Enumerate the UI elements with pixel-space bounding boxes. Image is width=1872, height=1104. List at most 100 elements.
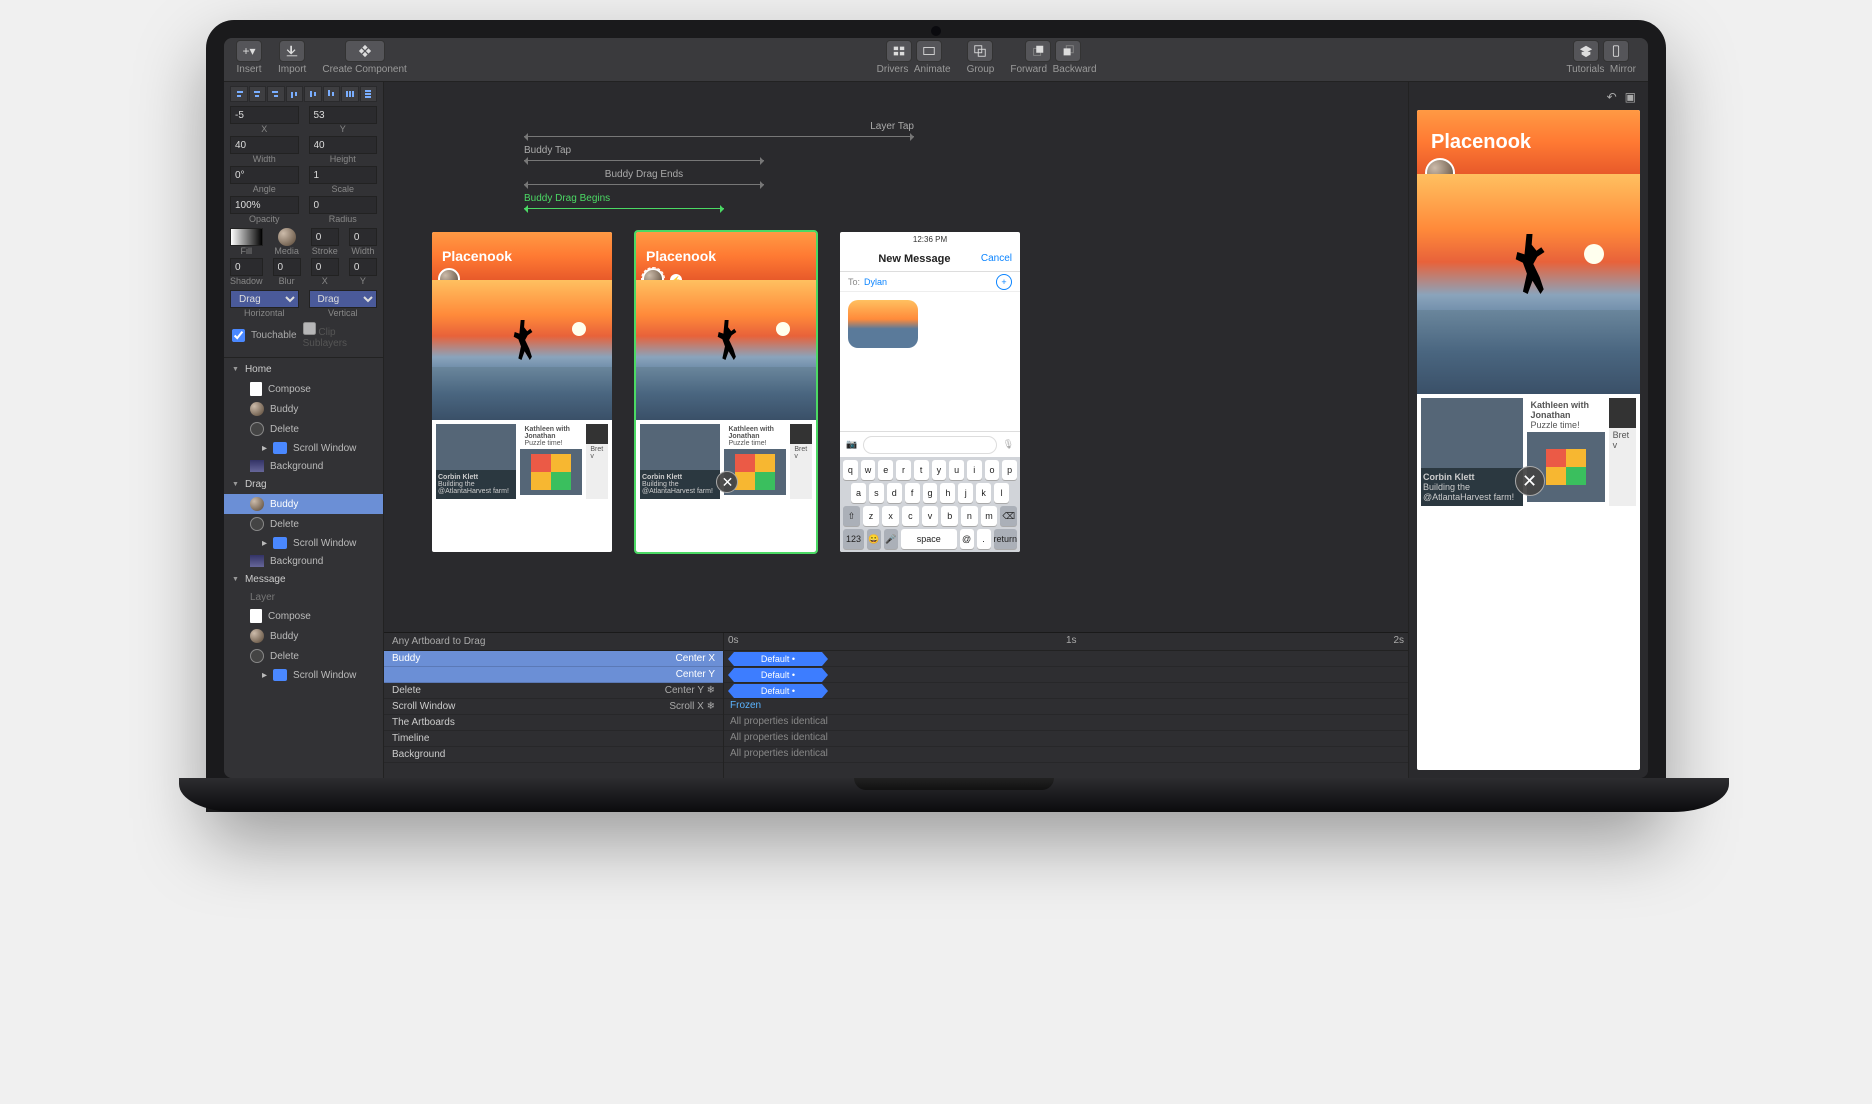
artboard-drag[interactable]: Placenook ⚡ Corbin KlettBuilding the @At… (636, 232, 816, 552)
key-y[interactable]: y (932, 460, 947, 480)
cancel-button[interactable]: Cancel (981, 253, 1012, 264)
key-a[interactable]: a (851, 483, 866, 503)
key-f[interactable]: f (905, 483, 920, 503)
shadow-x-input[interactable] (311, 258, 339, 276)
blur-input[interactable] (273, 258, 301, 276)
tree-item-scroll-window[interactable]: ▸ Scroll Window (224, 439, 383, 457)
key-k[interactable]: k (976, 483, 991, 503)
align-top-icon[interactable] (286, 86, 304, 102)
timeline-row[interactable]: Center Y (384, 667, 723, 683)
key-.[interactable]: . (977, 529, 991, 549)
insert-button[interactable]: +▾ (236, 40, 262, 62)
message-field[interactable] (863, 436, 996, 454)
tree-item-drag-scroll-window[interactable]: ▸ Scroll Window (224, 534, 383, 552)
mirror-button[interactable] (1603, 40, 1629, 62)
key-m[interactable]: m (981, 506, 998, 526)
tree-item-compose[interactable]: Compose (224, 379, 383, 399)
key-h[interactable]: h (940, 483, 955, 503)
undo-icon[interactable]: ↶ (1607, 90, 1617, 110)
key-🎤[interactable]: 🎤 (884, 529, 898, 549)
key-space[interactable]: space (901, 529, 957, 549)
key-v[interactable]: v (922, 506, 939, 526)
camera-preview-icon[interactable]: ▣ (1625, 90, 1636, 110)
tree-item-background[interactable]: Background (224, 457, 383, 475)
tree-item-delete[interactable]: Delete (224, 419, 383, 439)
stroke-input[interactable] (311, 228, 339, 246)
tree-item-drag-buddy[interactable]: Buddy (224, 494, 383, 514)
tree-item-drag-background[interactable]: Background (224, 552, 383, 570)
create-component-button[interactable] (345, 40, 385, 62)
y-input[interactable] (309, 106, 378, 124)
key-i[interactable]: i (967, 460, 982, 480)
canvas[interactable]: Layer Tap Buddy Tap Buddy Drag Ends Budd… (384, 82, 1408, 632)
timeline-row[interactable]: Timeline (384, 731, 723, 747)
x-input[interactable] (230, 106, 299, 124)
close-icon[interactable]: ✕ (1515, 466, 1545, 496)
tree-section-message[interactable]: Message (224, 570, 383, 589)
add-recipient-button[interactable]: + (996, 274, 1012, 290)
timeline-row[interactable]: DeleteCenter Y ❄︎ (384, 683, 723, 699)
vertical-select[interactable]: Drag (309, 290, 378, 308)
key-@[interactable]: @ (960, 529, 974, 549)
tree-section-home[interactable]: Home (224, 360, 383, 379)
tree-item-msg-compose[interactable]: Compose (224, 606, 383, 626)
timeline-row[interactable]: The Artboards (384, 715, 723, 731)
tutorials-button[interactable] (1573, 40, 1599, 62)
align-right-icon[interactable] (267, 86, 285, 102)
key-⇧[interactable]: ⇧ (843, 506, 860, 526)
align-left-icon[interactable] (230, 86, 248, 102)
key-😀[interactable]: 😀 (867, 529, 881, 549)
key-t[interactable]: t (914, 460, 929, 480)
key-e[interactable]: e (878, 460, 893, 480)
forward-button[interactable] (1025, 40, 1051, 62)
tree-item-drag-delete[interactable]: Delete (224, 514, 383, 534)
key-s[interactable]: s (869, 483, 884, 503)
tree-item-msg-delete[interactable]: Delete (224, 646, 383, 666)
horizontal-select[interactable]: Drag (230, 290, 299, 308)
radius-input[interactable] (309, 196, 378, 214)
key-return[interactable]: return (994, 529, 1018, 549)
animate-button[interactable] (916, 40, 942, 62)
key-o[interactable]: o (985, 460, 1000, 480)
key-q[interactable]: q (843, 460, 858, 480)
align-hcenter-icon[interactable] (249, 86, 267, 102)
timeline-pill[interactable]: Default • (728, 684, 828, 698)
align-vcenter-icon[interactable] (304, 86, 322, 102)
align-bottom-icon[interactable] (323, 86, 341, 102)
opacity-input[interactable] (230, 196, 299, 214)
timeline-pill[interactable]: Default • (728, 652, 828, 666)
distribute-v-icon[interactable] (360, 86, 378, 102)
backward-button[interactable] (1055, 40, 1081, 62)
key-u[interactable]: u (949, 460, 964, 480)
tree-item-msg-buddy[interactable]: Buddy (224, 626, 383, 646)
shadow-y-input[interactable] (349, 258, 377, 276)
key-123[interactable]: 123 (843, 529, 864, 549)
key-b[interactable]: b (941, 506, 958, 526)
tree-item-buddy[interactable]: Buddy (224, 399, 383, 419)
artboard-message[interactable]: 12:36 PM New MessageCancel To:Dylan+ 📷🎙 … (840, 232, 1020, 552)
key-j[interactable]: j (958, 483, 973, 503)
key-z[interactable]: z (863, 506, 880, 526)
group-button[interactable] (967, 40, 993, 62)
scale-input[interactable] (309, 166, 378, 184)
stroke-width-input[interactable] (349, 228, 377, 246)
key-c[interactable]: c (902, 506, 919, 526)
media-swatch[interactable] (278, 228, 296, 246)
timeline-pill[interactable]: Default • (728, 668, 828, 682)
drivers-button[interactable] (886, 40, 912, 62)
tree-item-msg-scroll-window[interactable]: ▸ Scroll Window (224, 666, 383, 684)
shadow-input[interactable] (230, 258, 263, 276)
key-w[interactable]: w (861, 460, 876, 480)
camera-icon[interactable]: 📷 (846, 439, 857, 450)
preview-device[interactable]: Placenook Corbin KlettBuilding the @Atla… (1417, 110, 1640, 770)
key-⌫[interactable]: ⌫ (1000, 506, 1017, 526)
width-input[interactable] (230, 136, 299, 154)
fill-swatch[interactable] (230, 228, 263, 246)
timeline-row[interactable]: Scroll WindowScroll X ❄︎ (384, 699, 723, 715)
height-input[interactable] (309, 136, 378, 154)
key-r[interactable]: r (896, 460, 911, 480)
timeline-row[interactable]: BuddyCenter X (384, 651, 723, 667)
distribute-h-icon[interactable] (341, 86, 359, 102)
key-g[interactable]: g (923, 483, 938, 503)
timeline-row[interactable]: Background (384, 747, 723, 763)
